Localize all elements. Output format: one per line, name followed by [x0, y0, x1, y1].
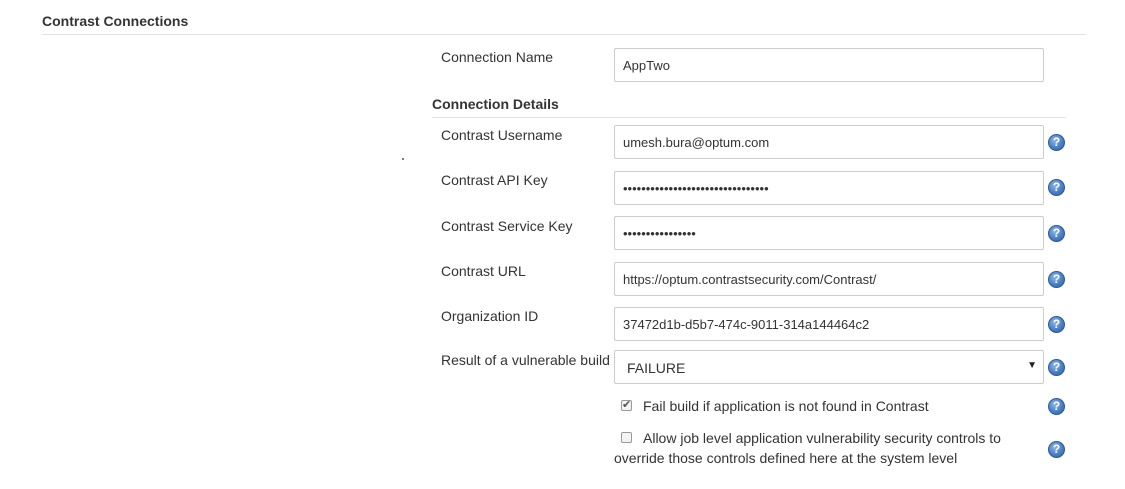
fail-build-checkbox[interactable]	[621, 398, 632, 411]
section-title: Contrast Connections	[42, 13, 189, 29]
contrast-service-key-input[interactable]	[614, 216, 1044, 250]
contrast-service-key-label: Contrast Service Key	[441, 218, 573, 234]
fail-build-label: Fail build if application is not found i…	[643, 398, 929, 414]
help-icon[interactable]: ?	[1048, 134, 1065, 151]
allow-job-level-checkbox[interactable]	[621, 432, 632, 443]
contrast-api-key-label: Contrast API Key	[441, 172, 548, 188]
help-icon[interactable]: ?	[1048, 398, 1065, 415]
connection-details-title: Connection Details	[432, 96, 559, 112]
dropdown-arrow-icon: ▼	[1027, 360, 1037, 371]
result-vulnerable-build-label: Result of a vulnerable build	[441, 352, 610, 368]
help-icon[interactable]: ?	[1048, 225, 1065, 242]
organization-id-label: Organization ID	[441, 308, 539, 324]
contrast-username-label: Contrast Username	[441, 127, 563, 143]
help-icon[interactable]: ?	[1048, 441, 1065, 458]
help-icon[interactable]: ?	[1048, 316, 1065, 333]
help-icon[interactable]: ?	[1048, 271, 1065, 288]
section-divider	[42, 34, 1086, 35]
help-icon[interactable]: ?	[1048, 179, 1065, 196]
contrast-url-input[interactable]	[614, 262, 1044, 296]
allow-job-level-label-line1: Allow job level application vulnerabilit…	[643, 430, 1001, 446]
allow-job-level-label-line2: override those controls defined here at …	[614, 450, 958, 466]
help-icon[interactable]: ?	[1048, 359, 1065, 376]
organization-id-input[interactable]	[614, 307, 1044, 341]
connection-name-input[interactable]	[614, 48, 1044, 82]
result-vulnerable-build-select[interactable]: FAILURE ▼	[614, 350, 1044, 384]
contrast-username-input[interactable]	[614, 125, 1044, 159]
select-value: FAILURE	[627, 360, 686, 376]
stray-dot	[402, 158, 404, 160]
connection-details-divider	[432, 117, 1066, 118]
contrast-api-key-input[interactable]	[614, 171, 1044, 205]
connection-name-label: Connection Name	[441, 49, 554, 65]
contrast-url-label: Contrast URL	[441, 263, 526, 279]
